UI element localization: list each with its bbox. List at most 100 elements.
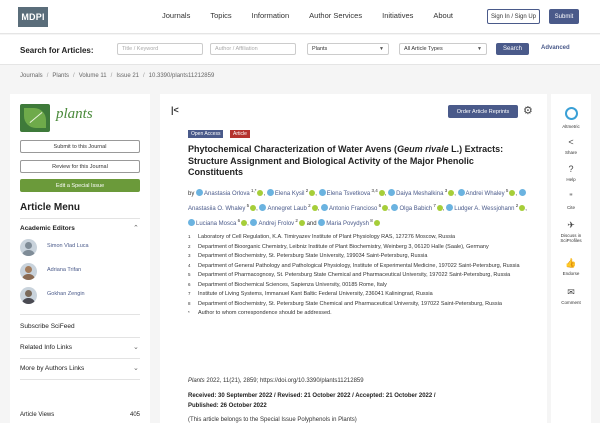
collapse-sidebar-icon[interactable]: |<: [171, 105, 179, 115]
author-name[interactable]: Elena Tsvetkova: [327, 191, 371, 197]
author-name[interactable]: Antonio Francioso: [329, 206, 377, 212]
author-name[interactable]: Anastasia Orlova: [204, 191, 250, 197]
breadcrumb: Journals / Plants / Volume 11/ Issue 21/ 1…: [20, 73, 214, 79]
special-issue-note[interactable]: (This article belongs to the Special Iss…: [188, 417, 357, 423]
submit-button[interactable]: Submit: [549, 9, 579, 24]
chevron-down-icon[interactable]: ⌄: [133, 343, 139, 351]
nav-about[interactable]: About: [433, 11, 453, 20]
author-name[interactable]: Luciana Mosca: [196, 221, 236, 227]
profile-icon[interactable]: [388, 189, 396, 196]
gear-icon[interactable]: ⚙: [523, 104, 533, 117]
author-name[interactable]: Andrei Whaley: [466, 191, 505, 197]
orcid-icon[interactable]: [448, 190, 455, 196]
rail-comment[interactable]: ✉ Comment: [551, 287, 591, 305]
review-for-journal-button[interactable]: Review for this Journal: [20, 160, 140, 173]
mdpi-logo[interactable]: MDPI: [18, 7, 48, 27]
orcid-icon[interactable]: [509, 190, 516, 196]
rail-discuss[interactable]: ✈ Discuss in SciProfiles: [551, 220, 591, 243]
author-affiliation-sup: 7: [432, 203, 436, 208]
article-type-select[interactable]: All Article Types ▼: [399, 43, 487, 55]
author-affiliation-input[interactable]: Author / Affiliation: [210, 43, 296, 55]
nav-journals[interactable]: Journals: [162, 11, 190, 20]
editor-name[interactable]: Adriana Trifan: [47, 267, 81, 273]
subscribe-scifeed-link[interactable]: Subscribe SciFeed: [20, 323, 75, 330]
affiliation-text: Department of Biochemistry, St. Petersbu…: [198, 253, 428, 259]
dates-line: Published: 26 October 2022: [188, 402, 267, 409]
profile-icon[interactable]: [250, 219, 258, 226]
rail-endorse[interactable]: 👍 Endorse: [551, 258, 591, 276]
nav-information[interactable]: Information: [252, 11, 290, 20]
author-affiliation-sup: 5: [504, 188, 509, 193]
author-name[interactable]: Olga Babich: [399, 206, 432, 212]
breadcrumb-plants[interactable]: Plants: [52, 73, 69, 79]
order-reprints-button[interactable]: Order Article Reprints: [448, 105, 518, 118]
orcid-icon[interactable]: [378, 190, 385, 196]
author-name[interactable]: Anastasiia O. Whaley: [188, 206, 245, 212]
sign-in-button[interactable]: Sign In / Sign Up: [487, 9, 540, 24]
author-name[interactable]: Elena Kysil: [275, 191, 305, 197]
title-keyword-input[interactable]: Title / Keyword: [117, 43, 203, 55]
comment-icon[interactable]: ✉: [551, 287, 591, 298]
orcid-icon[interactable]: [311, 205, 318, 211]
citation-text[interactable]: 2022, 11(21), 2859; https://doi.org/10.3…: [205, 378, 363, 384]
nav-author-services[interactable]: Author Services: [309, 11, 362, 20]
plants-leaf-icon[interactable]: [20, 104, 50, 132]
search-button[interactable]: Search: [496, 43, 529, 55]
orcid-icon[interactable]: [309, 190, 316, 196]
orcid-icon[interactable]: [382, 205, 389, 211]
related-info-links-toggle[interactable]: Related Info Links: [20, 344, 72, 351]
chevron-down-icon[interactable]: ⌄: [133, 364, 139, 372]
orcid-icon[interactable]: [257, 190, 264, 196]
profile-icon[interactable]: [446, 204, 454, 211]
breadcrumb-journals[interactable]: Journals: [20, 73, 43, 79]
altmetric-icon[interactable]: [551, 107, 591, 122]
author-name[interactable]: Daiya Meshalkina: [396, 191, 443, 197]
help-icon[interactable]: ?: [551, 164, 591, 175]
article-type-value: All Article Types: [404, 46, 443, 52]
affiliation-item: 5 Department of Pharmacognosy, St. Peters…: [188, 271, 533, 281]
editor-name[interactable]: Simon Vlad Luca: [47, 243, 89, 249]
profile-icon[interactable]: [518, 189, 526, 196]
journal-select[interactable]: Plants ▼: [307, 43, 389, 55]
rail-share[interactable]: < Share: [551, 137, 591, 155]
profile-icon[interactable]: [259, 204, 267, 211]
cite-icon[interactable]: ": [551, 192, 591, 203]
chevron-up-icon[interactable]: ⌃: [133, 224, 139, 232]
rail-altmetric[interactable]: Altmetric: [551, 107, 591, 129]
advanced-search-link[interactable]: Advanced: [541, 45, 570, 51]
orcid-icon[interactable]: [241, 220, 248, 226]
profile-icon[interactable]: [391, 204, 399, 211]
profile-icon[interactable]: [318, 219, 326, 226]
profile-icon[interactable]: [457, 189, 465, 196]
search-label: Search for Articles:: [20, 46, 94, 55]
rail-cite[interactable]: " Cite: [551, 192, 591, 210]
orcid-icon[interactable]: [436, 205, 443, 211]
nav-initiatives[interactable]: Initiatives: [382, 11, 413, 20]
editor-name[interactable]: Gokhan Zengin: [47, 291, 85, 297]
profile-icon[interactable]: [266, 189, 274, 196]
author-name[interactable]: Andrej Frolov: [258, 221, 294, 227]
academic-editors-toggle[interactable]: Academic Editors: [20, 225, 75, 232]
breadcrumb-issue[interactable]: Issue 21: [116, 73, 139, 79]
nav-topics[interactable]: Topics: [210, 11, 231, 20]
edit-special-issue-button[interactable]: Edit a Special Issue: [20, 179, 140, 192]
author-name[interactable]: Ludger A. Wessjohann: [454, 206, 514, 212]
profile-icon[interactable]: [188, 219, 195, 226]
breadcrumb-volume[interactable]: Volume 11: [79, 73, 107, 79]
journal-name[interactable]: Plants: [188, 378, 205, 384]
endorse-icon[interactable]: 👍: [551, 258, 591, 269]
journal-name[interactable]: plants: [56, 106, 93, 123]
rail-help[interactable]: ? Help: [551, 164, 591, 182]
author-name[interactable]: Maria Povydysh: [326, 221, 369, 227]
more-by-authors-toggle[interactable]: More by Authors Links: [20, 365, 84, 372]
profile-icon[interactable]: [320, 204, 328, 211]
profile-icon[interactable]: [196, 189, 204, 196]
author-name[interactable]: Annegret Laub: [267, 206, 306, 212]
discuss-icon[interactable]: ✈: [551, 220, 591, 231]
submit-to-journal-button[interactable]: Submit to this Journal: [20, 140, 140, 153]
orcid-icon[interactable]: [250, 205, 257, 211]
orcid-icon[interactable]: [519, 205, 526, 211]
profile-icon[interactable]: [318, 189, 326, 196]
share-icon[interactable]: <: [551, 137, 591, 148]
orcid-icon[interactable]: [373, 220, 380, 226]
